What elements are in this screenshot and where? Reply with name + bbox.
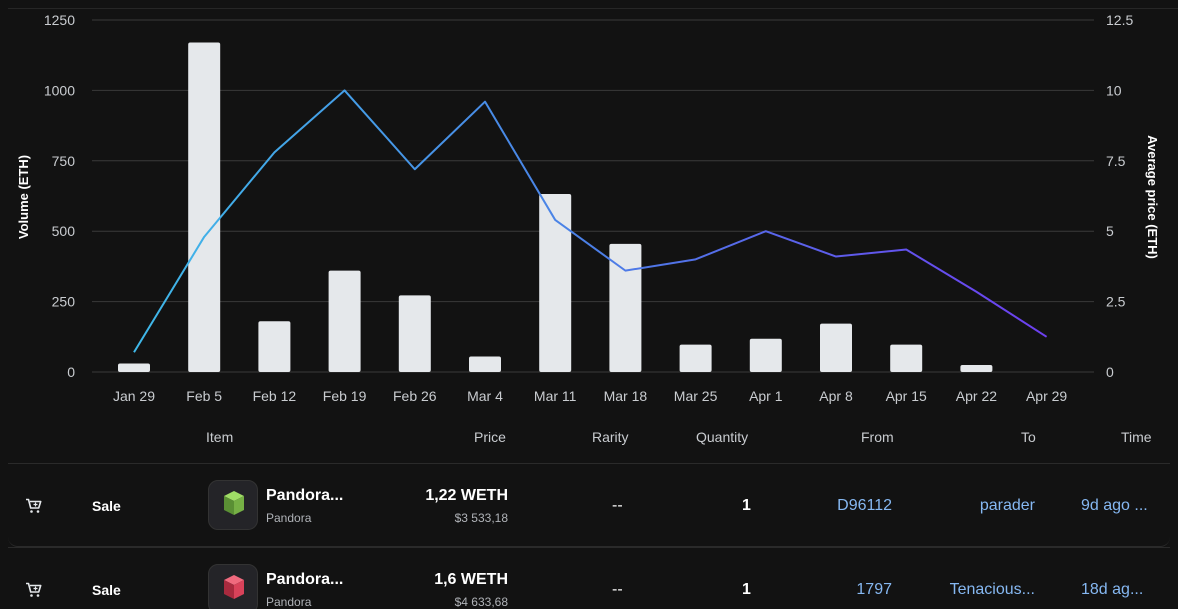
quantity-value: 1: [742, 497, 751, 514]
volume-bar[interactable]: [469, 356, 501, 372]
price-point[interactable]: [973, 289, 979, 295]
event-type: Sale: [92, 582, 121, 598]
y-tick-label: 0: [67, 364, 75, 380]
header-item[interactable]: Item: [206, 429, 233, 445]
y-axis-title: Volume (ETH): [16, 155, 31, 239]
header-price[interactable]: Price: [474, 429, 506, 445]
activity-table: Sale Pandora... Pandora 1,22 WETH $3 533…: [8, 463, 1170, 609]
price-point[interactable]: [622, 268, 628, 274]
price-point[interactable]: [693, 256, 699, 262]
rarity-value: --: [612, 581, 623, 598]
volume-bar[interactable]: [398, 295, 431, 372]
x-tick-label: Feb 5: [186, 388, 222, 404]
x-tick-label: Apr 8: [819, 388, 853, 404]
item-name[interactable]: Pandora...: [266, 487, 343, 505]
price-value: 1,22 WETH: [425, 487, 508, 504]
table-row[interactable]: Sale Pandora... Pandora 1,22 WETH $3 533…: [8, 463, 1170, 547]
axis-labels: 0 250 500 750 1000 1250 0 2.5 5 7.5 10 12.5 Volume (…: [16, 12, 1160, 404]
volume-price-chart: 0 250 500 750 1000 1250 0 2.5 5 7.5 10 12.5 Volume (…: [16, 12, 1160, 404]
x-tick-label: Apr 29: [1026, 388, 1067, 404]
cart-icon: [26, 498, 42, 513]
y2-tick-label: 2.5: [1106, 294, 1126, 310]
y2-tick-label: 0: [1106, 364, 1114, 380]
from-link[interactable]: 1797: [856, 581, 892, 599]
item-collection[interactable]: Pandora: [266, 511, 311, 525]
price-point[interactable]: [903, 247, 909, 253]
x-tick-label: Mar 18: [604, 388, 648, 404]
price-point[interactable]: [271, 149, 277, 155]
table-row[interactable]: Sale Pandora... Pandora 1,6 WETH $4 633,…: [8, 547, 1170, 609]
time-link[interactable]: 18d ag...: [1081, 581, 1143, 599]
x-tick-label: Jan 29: [113, 388, 155, 404]
item-name[interactable]: Pandora...: [266, 571, 343, 589]
price-usd: $4 633,68: [454, 595, 508, 609]
item-image: [224, 575, 244, 599]
item-thumbnail[interactable]: [208, 480, 258, 530]
y2-tick-label: 7.5: [1106, 153, 1126, 169]
x-tick-label: Feb 12: [253, 388, 297, 404]
price-point[interactable]: [131, 349, 137, 355]
price-point[interactable]: [1044, 334, 1050, 340]
table-header: Item Price Rarity Quantity From To Time: [0, 420, 1178, 456]
x-tick-label: Mar 4: [467, 388, 503, 404]
x-tick-label: Mar 11: [534, 388, 577, 404]
event-type: Sale: [92, 498, 121, 514]
volume-bar[interactable]: [890, 344, 923, 372]
x-tick-label: Feb 19: [323, 388, 367, 404]
header-from[interactable]: From: [861, 429, 894, 445]
y2-tick-label: 12.5: [1106, 12, 1133, 28]
volume-bar[interactable]: [679, 344, 712, 372]
price-usd: $3 533,18: [454, 511, 508, 525]
x-tick-label: Apr 1: [749, 388, 783, 404]
header-to[interactable]: To: [1021, 429, 1036, 445]
item-thumbnail[interactable]: [208, 564, 258, 609]
x-tick-label: Apr 15: [886, 388, 927, 404]
volume-bar[interactable]: [188, 42, 221, 372]
y2-tick-label: 10: [1106, 82, 1122, 98]
to-link[interactable]: Tenacious...: [950, 581, 1035, 599]
rarity-value: --: [612, 497, 623, 514]
price-point[interactable]: [833, 254, 839, 260]
y2-axis-title: Average price (ETH): [1145, 135, 1160, 259]
cart-icon: [26, 582, 42, 597]
x-tick-label: Apr 22: [956, 388, 997, 404]
price-point[interactable]: [482, 99, 488, 105]
y-tick-label: 1250: [44, 12, 75, 28]
volume-bar[interactable]: [328, 270, 361, 372]
volume-bar[interactable]: [820, 323, 852, 372]
y2-tick-label: 5: [1106, 223, 1114, 239]
price-point[interactable]: [412, 166, 418, 172]
volume-bar[interactable]: [749, 338, 782, 372]
price-point[interactable]: [552, 217, 558, 223]
y-tick-label: 750: [52, 153, 76, 169]
y-tick-label: 250: [52, 294, 76, 310]
item-collection[interactable]: Pandora: [266, 595, 311, 609]
price-point[interactable]: [201, 234, 207, 240]
price-line[interactable]: [133, 89, 1048, 353]
item-image: [224, 491, 244, 515]
header-rarity[interactable]: Rarity: [592, 429, 629, 445]
from-link[interactable]: D96112: [837, 497, 892, 515]
header-quantity[interactable]: Quantity: [696, 429, 748, 445]
y-tick-label: 500: [52, 223, 76, 239]
header-time[interactable]: Time: [1121, 429, 1152, 445]
time-link[interactable]: 9d ago ...: [1081, 497, 1148, 515]
price-point[interactable]: [342, 87, 348, 93]
price-value: 1,6 WETH: [434, 571, 508, 588]
grid-lines: [92, 19, 1094, 373]
y-tick-label: 1000: [44, 82, 75, 98]
to-link[interactable]: parader: [980, 497, 1035, 515]
x-tick-label: Mar 25: [674, 388, 718, 404]
volume-bars[interactable]: [118, 42, 993, 372]
average-price-line[interactable]: [131, 87, 1050, 355]
volume-bar[interactable]: [258, 321, 291, 372]
volume-bar[interactable]: [118, 363, 150, 372]
x-tick-label: Feb 26: [393, 388, 437, 404]
price-point[interactable]: [763, 228, 769, 234]
quantity-value: 1: [742, 581, 751, 598]
volume-bar[interactable]: [960, 364, 993, 372]
